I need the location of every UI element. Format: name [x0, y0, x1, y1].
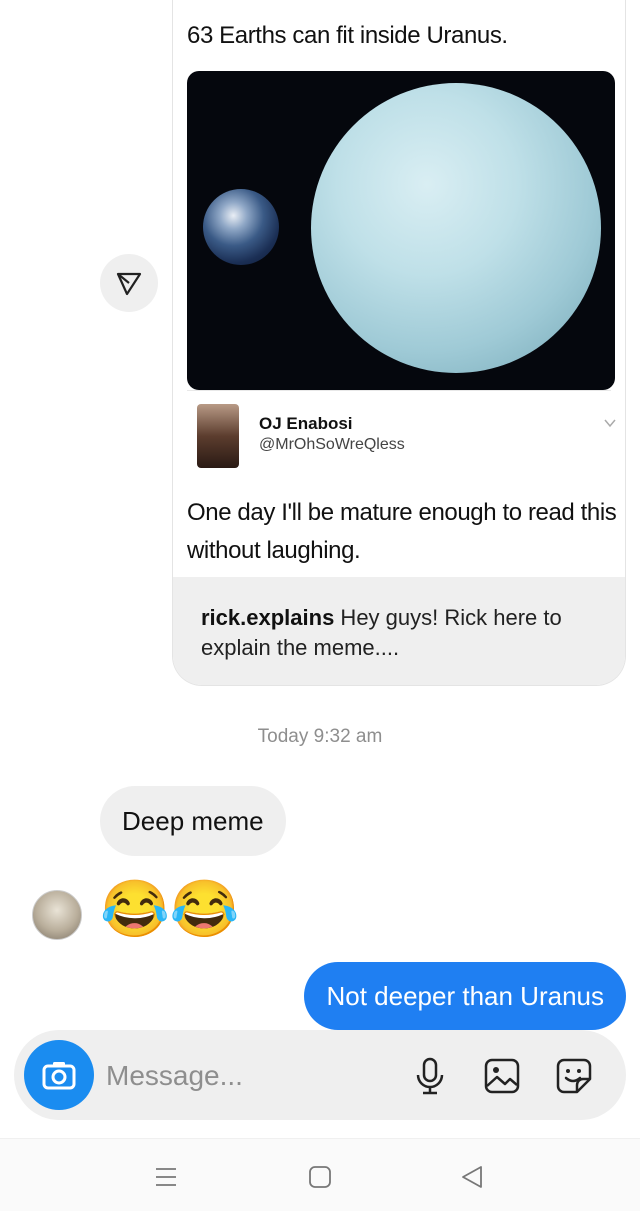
gallery-icon	[484, 1058, 520, 1094]
message-composer	[14, 1030, 626, 1120]
incoming-emoji-message[interactable]: 😂😂	[100, 874, 239, 944]
tweet-body: One day I'll be mature enough to read th…	[187, 499, 617, 564]
sticker-button[interactable]	[550, 1052, 598, 1100]
author-name: OJ Enabosi	[259, 414, 353, 433]
home-icon	[309, 1166, 331, 1188]
microphone-button[interactable]	[406, 1052, 454, 1100]
caption-username[interactable]: rick.explains	[201, 605, 334, 630]
camera-button[interactable]	[24, 1040, 94, 1110]
outgoing-message-text: Not deeper than Uranus	[326, 980, 604, 1011]
home-button[interactable]	[302, 1159, 338, 1195]
author-handle: @MrOhSoWreQless	[259, 436, 405, 453]
gallery-button[interactable]	[478, 1052, 526, 1100]
incoming-message-text: Deep meme	[122, 805, 264, 836]
share-button[interactable]	[100, 254, 158, 312]
recent-apps-button[interactable]	[148, 1159, 184, 1195]
paper-plane-icon	[116, 272, 142, 296]
back-icon	[462, 1166, 482, 1188]
incoming-message-bubble[interactable]: Deep meme	[100, 786, 286, 856]
tweet-headline: 63 Earths can fit inside Uranus.	[187, 22, 508, 49]
post-caption[interactable]: rick.explains Hey guys! Rick here to exp…	[173, 577, 625, 685]
tweet-image[interactable]	[187, 71, 615, 390]
system-navigation-bar	[0, 1138, 640, 1211]
earth-image	[203, 189, 279, 265]
message-timestamp: Today 9:32 am	[257, 726, 383, 747]
avatar[interactable]	[32, 890, 82, 940]
outgoing-message-bubble[interactable]: Not deeper than Uranus	[304, 962, 626, 1030]
uranus-image	[311, 83, 601, 373]
shared-post-card[interactable]: 63 Earths can fit inside Uranus. OJ Enab…	[172, 0, 626, 686]
camera-icon	[42, 1062, 76, 1090]
tweet-divider	[187, 390, 611, 391]
chevron-down-icon[interactable]	[603, 416, 617, 430]
menu-icon	[156, 1168, 176, 1186]
sticker-icon	[556, 1058, 592, 1094]
microphone-icon	[416, 1057, 444, 1095]
message-input[interactable]	[106, 1056, 386, 1096]
author-avatar	[197, 404, 239, 468]
back-button[interactable]	[454, 1159, 490, 1195]
